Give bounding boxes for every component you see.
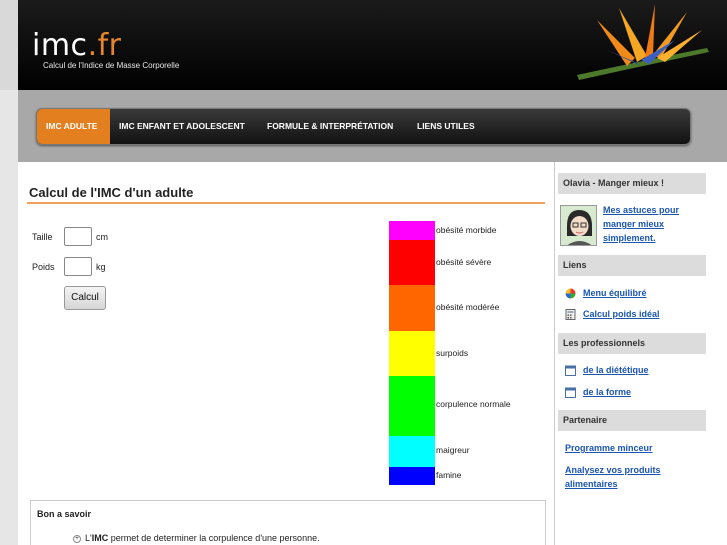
- site-tagline: Calcul de l'Indice de Masse Corporelle: [43, 61, 180, 70]
- site-logo[interactable]: imc.fr: [32, 28, 122, 63]
- info-bold: IMC: [91, 533, 109, 543]
- sidebar-link-programme-minceur[interactable]: Programme minceur: [565, 441, 653, 455]
- scale-label-maigreur: maigreur: [436, 445, 470, 455]
- sidebar-link-dietetique[interactable]: de la diététique: [583, 363, 649, 377]
- scale-label-obesite-moderee: obésité modérée: [436, 302, 500, 312]
- main-nav: IMC ADULTE IMC ENFANT ET ADOLESCENT FORM…: [36, 108, 691, 145]
- sidebar-link-menu-equilibre[interactable]: Menu équilibré: [583, 286, 647, 300]
- scale-label-obesite-morbide: obésité morbide: [436, 225, 497, 235]
- weight-input[interactable]: [64, 257, 92, 276]
- site-header: imc.fr Calcul de l'Indice de Masse Corpo…: [0, 0, 727, 90]
- scale-band-surpoids: [389, 331, 435, 376]
- sidebar-heading-liens: Liens: [558, 255, 706, 276]
- info-box: Bon a savoir + L'IMC permet de determiner…: [30, 500, 546, 545]
- height-label: Taille: [32, 232, 53, 242]
- sidebar-heading-olivia: Olavia - Manger mieux !: [558, 173, 706, 194]
- nav-item-formule[interactable]: FORMULE & INTERPRÉTATION: [258, 109, 402, 144]
- color-wheel-icon: [565, 288, 576, 299]
- logo-main: imc: [32, 28, 88, 63]
- sidebar-link-calcul-poids[interactable]: Calcul poids idéal: [583, 307, 660, 321]
- scale-band-maigreur: [389, 436, 435, 467]
- info-title: Bon a savoir: [37, 509, 92, 519]
- weight-unit: kg: [96, 262, 106, 272]
- nav-item-imc-adulte[interactable]: IMC ADULTE: [37, 109, 110, 144]
- info-prefix: L': [85, 533, 92, 543]
- height-unit: cm: [96, 232, 108, 242]
- scale-label-surpoids: surpoids: [436, 348, 469, 358]
- sidebar-heading-professionnels: Les professionnels: [558, 333, 706, 354]
- nav-item-liens-utiles[interactable]: LIENS UTILES: [408, 109, 484, 144]
- title-divider: [27, 202, 545, 204]
- logo-ext: .fr: [87, 28, 122, 63]
- weight-label: Poids: [32, 262, 55, 272]
- info-line: + L'IMC permet de determiner la corpulenc…: [73, 533, 320, 543]
- scale-label-famine: famine: [436, 470, 462, 480]
- sidebar-link-forme[interactable]: de la forme: [583, 385, 631, 399]
- sidebar-link-astuces[interactable]: Mes astuces pour manger mieux simplement…: [603, 203, 713, 245]
- sidebar: Olavia - Manger mieux ! Mes astuces pour…: [554, 162, 727, 545]
- scale-label-corpulence-normale: corpulence normale: [436, 399, 511, 409]
- page-title: Calcul de l'IMC d'un adulte: [29, 185, 194, 200]
- avatar-illustration-icon: [561, 206, 596, 245]
- scale-band-obesite-moderee: [389, 285, 435, 331]
- olivia-avatar[interactable]: [560, 205, 597, 246]
- main-content: Calcul de l'IMC d'un adulte Taille cm Po…: [18, 162, 554, 545]
- height-input[interactable]: [64, 227, 92, 246]
- calculator-icon: [565, 309, 576, 320]
- scale-band-famine: [389, 467, 435, 485]
- calendar-icon: [565, 387, 576, 398]
- bird-of-paradise-flower-image: [577, 4, 709, 80]
- calendar-icon: [565, 365, 576, 376]
- scale-band-corpulence-normale: [389, 376, 435, 436]
- sidebar-heading-partenaire: Partenaire: [558, 410, 706, 431]
- sidebar-link-analysez[interactable]: Analysez vos produits alimentaires: [565, 463, 695, 491]
- scale-band-obesite-morbide: [389, 221, 435, 240]
- nav-item-imc-enfant[interactable]: IMC ENFANT ET ADOLESCENT: [110, 109, 254, 144]
- scale-label-obesite-severe: obésité sévère: [436, 257, 492, 267]
- plus-bullet-icon[interactable]: +: [73, 534, 81, 543]
- scale-band-obesite-severe: [389, 240, 435, 285]
- calcul-button[interactable]: Calcul: [64, 286, 106, 310]
- info-rest: permet de determiner la corpulence d'une…: [108, 533, 320, 543]
